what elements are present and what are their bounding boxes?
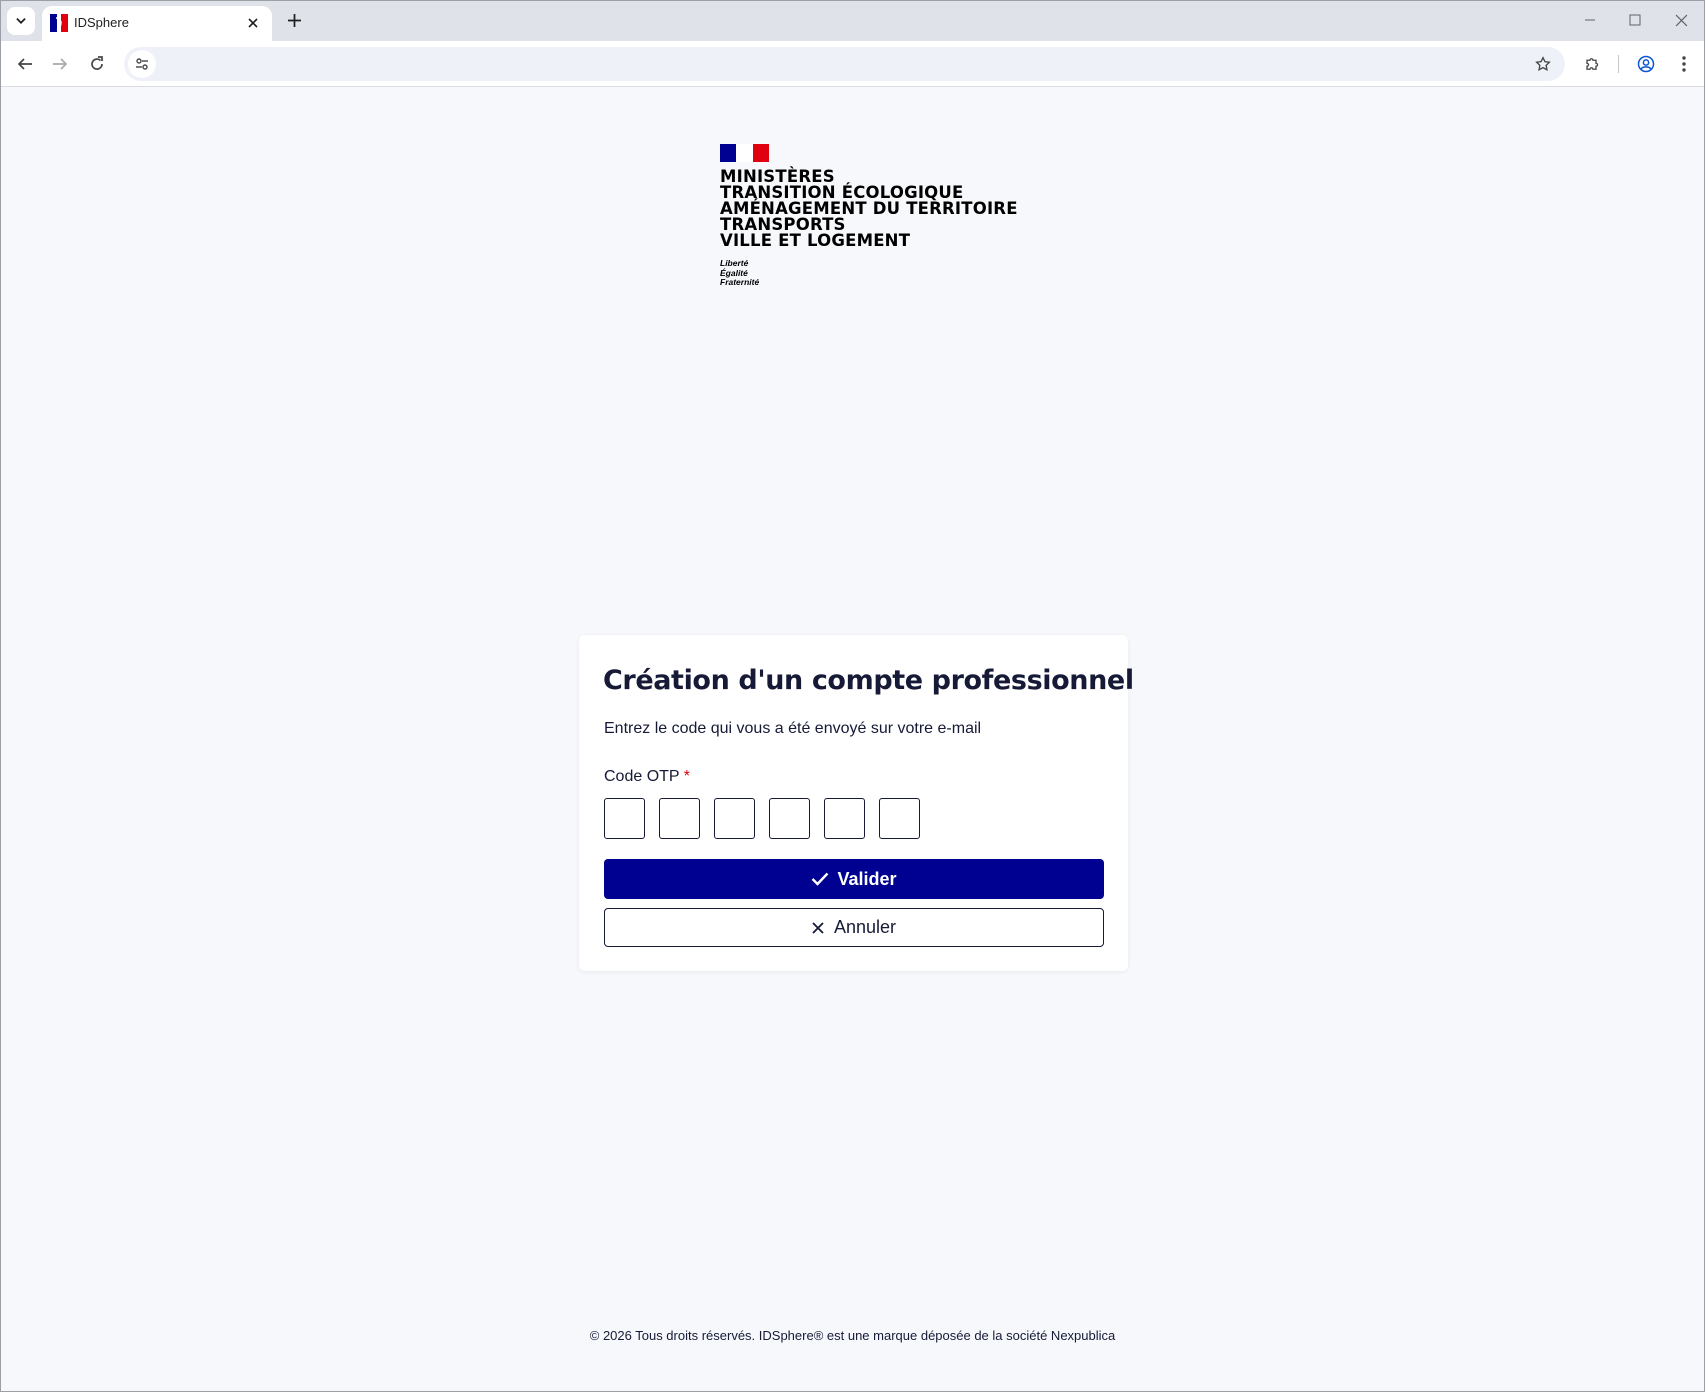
otp-digit-input[interactable] bbox=[879, 798, 920, 839]
republic-motto: Liberté Égalité Fraternité bbox=[720, 258, 1018, 288]
flag-red bbox=[753, 144, 769, 162]
otp-label-text: Code OTP bbox=[604, 768, 680, 785]
otp-digit-input[interactable] bbox=[714, 798, 755, 839]
maximize-icon bbox=[1629, 14, 1641, 26]
forward-button[interactable] bbox=[45, 49, 75, 79]
arrow-left-icon bbox=[17, 58, 32, 70]
browser-tab[interactable]: IDSphere bbox=[42, 6, 272, 41]
address-bar[interactable] bbox=[124, 47, 1565, 83]
flag-blue bbox=[720, 144, 736, 162]
kebab-menu-icon bbox=[1682, 56, 1686, 72]
otp-digit-input[interactable] bbox=[824, 798, 865, 839]
bookmark-button[interactable] bbox=[1529, 50, 1557, 78]
browser-menu-button[interactable] bbox=[1669, 49, 1699, 79]
reload-icon bbox=[91, 56, 103, 70]
otp-digit-input[interactable] bbox=[604, 798, 645, 839]
ministry-logo: MINISTÈRES TRANSITION ÉCOLOGIQUE AMÉNAGE… bbox=[720, 144, 1018, 288]
maximize-button[interactable] bbox=[1613, 5, 1657, 35]
flag-white bbox=[736, 144, 753, 162]
motto-line: Liberté bbox=[720, 258, 749, 268]
minimize-button[interactable] bbox=[1568, 5, 1612, 35]
motto-line: Égalité bbox=[720, 267, 748, 278]
new-tab-button[interactable] bbox=[283, 9, 305, 31]
arrow-right-icon bbox=[53, 58, 68, 70]
validate-button-label: Valider bbox=[837, 868, 897, 889]
close-icon bbox=[1675, 14, 1687, 26]
otp-digit-input[interactable] bbox=[659, 798, 700, 839]
tab-search-button[interactable] bbox=[7, 7, 35, 35]
footer-copyright: © 2026 Tous droits réservés. IDSphere® e… bbox=[589, 1328, 1116, 1343]
required-marker: * bbox=[683, 768, 690, 785]
account-circle-icon bbox=[1637, 55, 1655, 73]
instructions-text: Entrez le code qui vous a été envoyé sur… bbox=[604, 720, 982, 737]
otp-card: Création d'un compte professionnel Entre… bbox=[579, 635, 1134, 971]
motto-line: Fraternité bbox=[720, 277, 760, 287]
check-icon bbox=[812, 872, 829, 886]
browser-window: IDSphere MINISTÈRES TRANSITION ÉCOLOGIQU… bbox=[0, 0, 1705, 1392]
minimize-icon bbox=[1585, 19, 1595, 21]
extensions-button[interactable] bbox=[1578, 49, 1608, 79]
close-window-button[interactable] bbox=[1659, 5, 1703, 35]
validate-button[interactable]: Valider bbox=[604, 859, 1104, 899]
french-flag-logo bbox=[720, 144, 769, 162]
toolbar-separator bbox=[1618, 55, 1619, 73]
otp-input-group bbox=[604, 798, 920, 839]
tab-title: IDSphere bbox=[74, 15, 129, 30]
ministry-line: VILLE ET LOGEMENT bbox=[720, 231, 911, 250]
cancel-button[interactable]: Annuler bbox=[604, 908, 1104, 947]
otp-label: Code OTP * bbox=[604, 768, 690, 786]
ministry-name: MINISTÈRES TRANSITION ÉCOLOGIQUE AMÉNAGE… bbox=[720, 168, 1018, 250]
star-icon bbox=[1535, 56, 1551, 71]
url-input[interactable] bbox=[168, 47, 1472, 83]
marianne-favicon bbox=[50, 14, 68, 32]
otp-digit-input[interactable] bbox=[769, 798, 810, 839]
chevron-down-icon bbox=[16, 18, 26, 24]
close-icon bbox=[812, 921, 824, 934]
profile-button[interactable] bbox=[1631, 49, 1661, 79]
puzzle-icon bbox=[1586, 58, 1599, 70]
close-icon bbox=[248, 18, 258, 28]
page-title: Création d'un compte professionnel bbox=[603, 665, 1134, 696]
cancel-button-label: Annuler bbox=[833, 917, 897, 937]
browser-toolbar bbox=[1, 41, 1704, 87]
plus-icon bbox=[287, 13, 301, 27]
tab-strip: IDSphere bbox=[1, 1, 1704, 41]
reload-button[interactable] bbox=[82, 49, 112, 79]
tune-icon bbox=[136, 58, 148, 70]
tab-close-button[interactable] bbox=[242, 12, 264, 34]
back-button[interactable] bbox=[10, 49, 40, 79]
site-info-button[interactable] bbox=[128, 50, 156, 78]
